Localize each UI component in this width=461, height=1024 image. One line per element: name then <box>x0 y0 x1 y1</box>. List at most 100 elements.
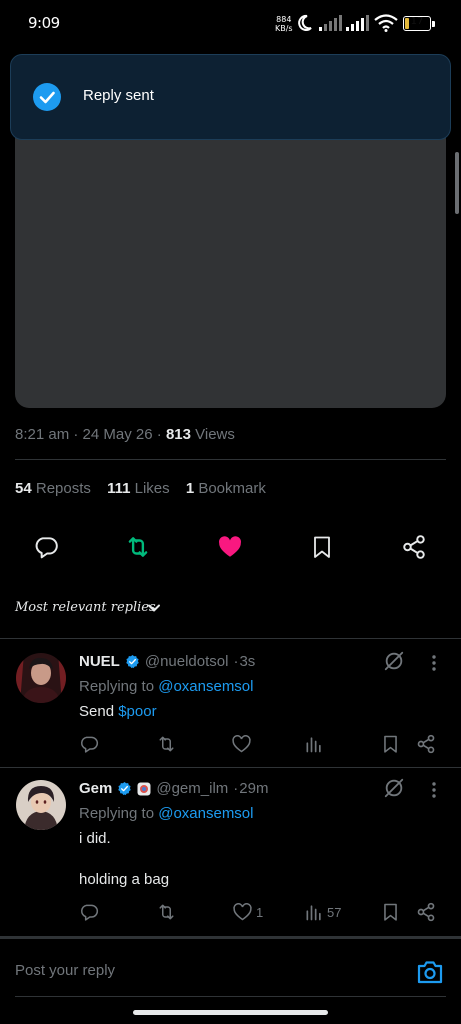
analytics-icon <box>304 902 324 922</box>
likes-label: Likes <box>134 480 170 497</box>
reply-sent-toast: Reply sent <box>10 54 451 140</box>
reply-text: Send $poor <box>79 703 157 720</box>
reposts-stat[interactable]: 54 Reposts <box>15 480 91 497</box>
reply-repost-button[interactable] <box>156 902 177 922</box>
avatar[interactable] <box>16 780 66 830</box>
replying-to-handle[interactable]: @oxansemsol <box>158 805 253 822</box>
bookmark-button[interactable] <box>307 532 337 562</box>
share-icon <box>416 734 436 754</box>
battery-tip <box>432 21 435 27</box>
wifi-icon <box>374 14 398 32</box>
replies-sort-dropdown[interactable]: Most relevant replies <box>15 600 156 615</box>
post-date: 24 May 26 <box>82 426 153 443</box>
grok-icon[interactable] <box>383 650 405 672</box>
reply-author-handle[interactable]: @nueldotsol <box>145 653 229 670</box>
check-circle-icon <box>33 83 61 111</box>
replying-to: Replying to @oxansemsol <box>79 678 254 695</box>
chevron-down-icon[interactable] <box>146 600 162 616</box>
toast-message: Reply sent <box>83 87 154 104</box>
replying-to-label: Replying to <box>79 678 155 695</box>
reply-share-button[interactable] <box>416 902 436 922</box>
more-options-icon[interactable] <box>431 781 437 799</box>
likes-count: 111 <box>107 480 131 497</box>
share-icon <box>401 534 427 560</box>
reply-input[interactable]: Post your reply <box>15 962 115 979</box>
replying-to: Replying to @oxansemsol <box>79 805 254 822</box>
signal-icon-sim2 <box>346 15 370 31</box>
repost-icon <box>156 734 177 754</box>
reply-text-line: i did. <box>79 830 111 847</box>
post-time: 8:21 am <box>15 426 70 443</box>
reply-share-button[interactable] <box>416 734 436 754</box>
bookmark-icon <box>381 902 400 922</box>
camera-icon[interactable] <box>416 959 444 985</box>
reply-like-button[interactable]: 1 <box>232 902 263 922</box>
reply-author-name[interactable]: Gem <box>79 780 112 797</box>
status-time: 9:09 <box>28 14 60 32</box>
reply-text-content: Send <box>79 703 115 720</box>
signal-icon-sim1 <box>319 15 343 31</box>
cashtag-link[interactable]: $poor <box>118 703 156 720</box>
reply-item[interactable]: Gem @gem_ilm · 29m Replying to @oxansems… <box>0 768 461 934</box>
reply-reply-button[interactable] <box>79 902 99 922</box>
reply-icon <box>79 734 99 754</box>
reply-reply-button[interactable] <box>79 734 99 754</box>
reply-header: Gem @gem_ilm · 29m <box>79 780 269 797</box>
replying-to-handle[interactable]: @oxansemsol <box>158 678 253 695</box>
views-count: 813 <box>165 426 191 443</box>
like-button[interactable] <box>215 532 245 562</box>
divider <box>0 936 461 939</box>
post-media-image[interactable] <box>15 125 446 408</box>
bookmarks-stat[interactable]: 1 Bookmark <box>186 480 266 497</box>
share-button[interactable] <box>399 532 429 562</box>
reply-author-name[interactable]: NUEL <box>79 653 120 670</box>
reply-time: 29m <box>239 780 269 797</box>
reply-time: 3s <box>239 653 256 670</box>
verified-badge-icon <box>125 654 140 669</box>
bookmark-icon <box>381 734 400 754</box>
heart-icon <box>231 734 252 754</box>
reply-bookmark-button[interactable] <box>381 902 400 922</box>
engagement-stats: 54 Reposts 111 Likes 1 Bookmark <box>15 480 266 497</box>
bookmark-icon <box>310 534 334 560</box>
verified-badge-icon <box>117 781 132 796</box>
grok-icon[interactable] <box>383 777 405 799</box>
scrollbar[interactable] <box>455 152 459 214</box>
reply-like-button[interactable] <box>231 734 255 754</box>
post-timestamp-views: 8:21 am · 24 May 26 · 813 Views <box>15 426 235 443</box>
battery-indicator: 17 <box>403 16 431 31</box>
share-icon <box>416 902 436 922</box>
reply-composer: Post your reply <box>0 940 461 998</box>
moon-icon <box>297 14 313 32</box>
heart-icon <box>232 902 253 922</box>
reply-icon <box>79 902 99 922</box>
replying-to-label: Replying to <box>79 805 155 822</box>
reply-author-handle[interactable]: @gem_ilm <box>156 780 228 797</box>
network-speed-unit: KB/s <box>275 24 293 33</box>
reply-item[interactable]: NUEL @nueldotsol · 3s Replying to @oxans… <box>0 639 461 767</box>
repost-icon <box>124 534 152 560</box>
affiliate-badge-icon[interactable] <box>137 782 151 796</box>
bookmarks-label: Bookmark <box>198 480 266 497</box>
views-label[interactable]: Views <box>195 426 235 443</box>
repost-button[interactable] <box>123 532 153 562</box>
reply-button[interactable] <box>31 532 61 562</box>
reposts-label: Reposts <box>35 480 91 497</box>
reply-repost-button[interactable] <box>156 734 177 754</box>
more-options-icon[interactable] <box>431 654 437 672</box>
reply-bookmark-button[interactable] <box>381 734 400 754</box>
divider <box>15 459 446 460</box>
likes-stat[interactable]: 111 Likes <box>107 480 170 497</box>
reply-icon <box>33 534 59 560</box>
reply-views-count: 57 <box>327 904 342 920</box>
reply-views-button[interactable]: 57 <box>304 902 341 922</box>
reply-header: NUEL @nueldotsol · 3s <box>79 653 256 670</box>
bookmarks-count: 1 <box>185 480 195 497</box>
battery-percent: 17 <box>410 16 424 27</box>
home-indicator[interactable] <box>133 1010 328 1015</box>
reply-views-button[interactable] <box>304 734 327 754</box>
reposts-count: 54 <box>15 480 32 497</box>
composer-underline <box>15 996 446 997</box>
repost-icon <box>156 902 177 922</box>
avatar[interactable] <box>16 653 66 703</box>
